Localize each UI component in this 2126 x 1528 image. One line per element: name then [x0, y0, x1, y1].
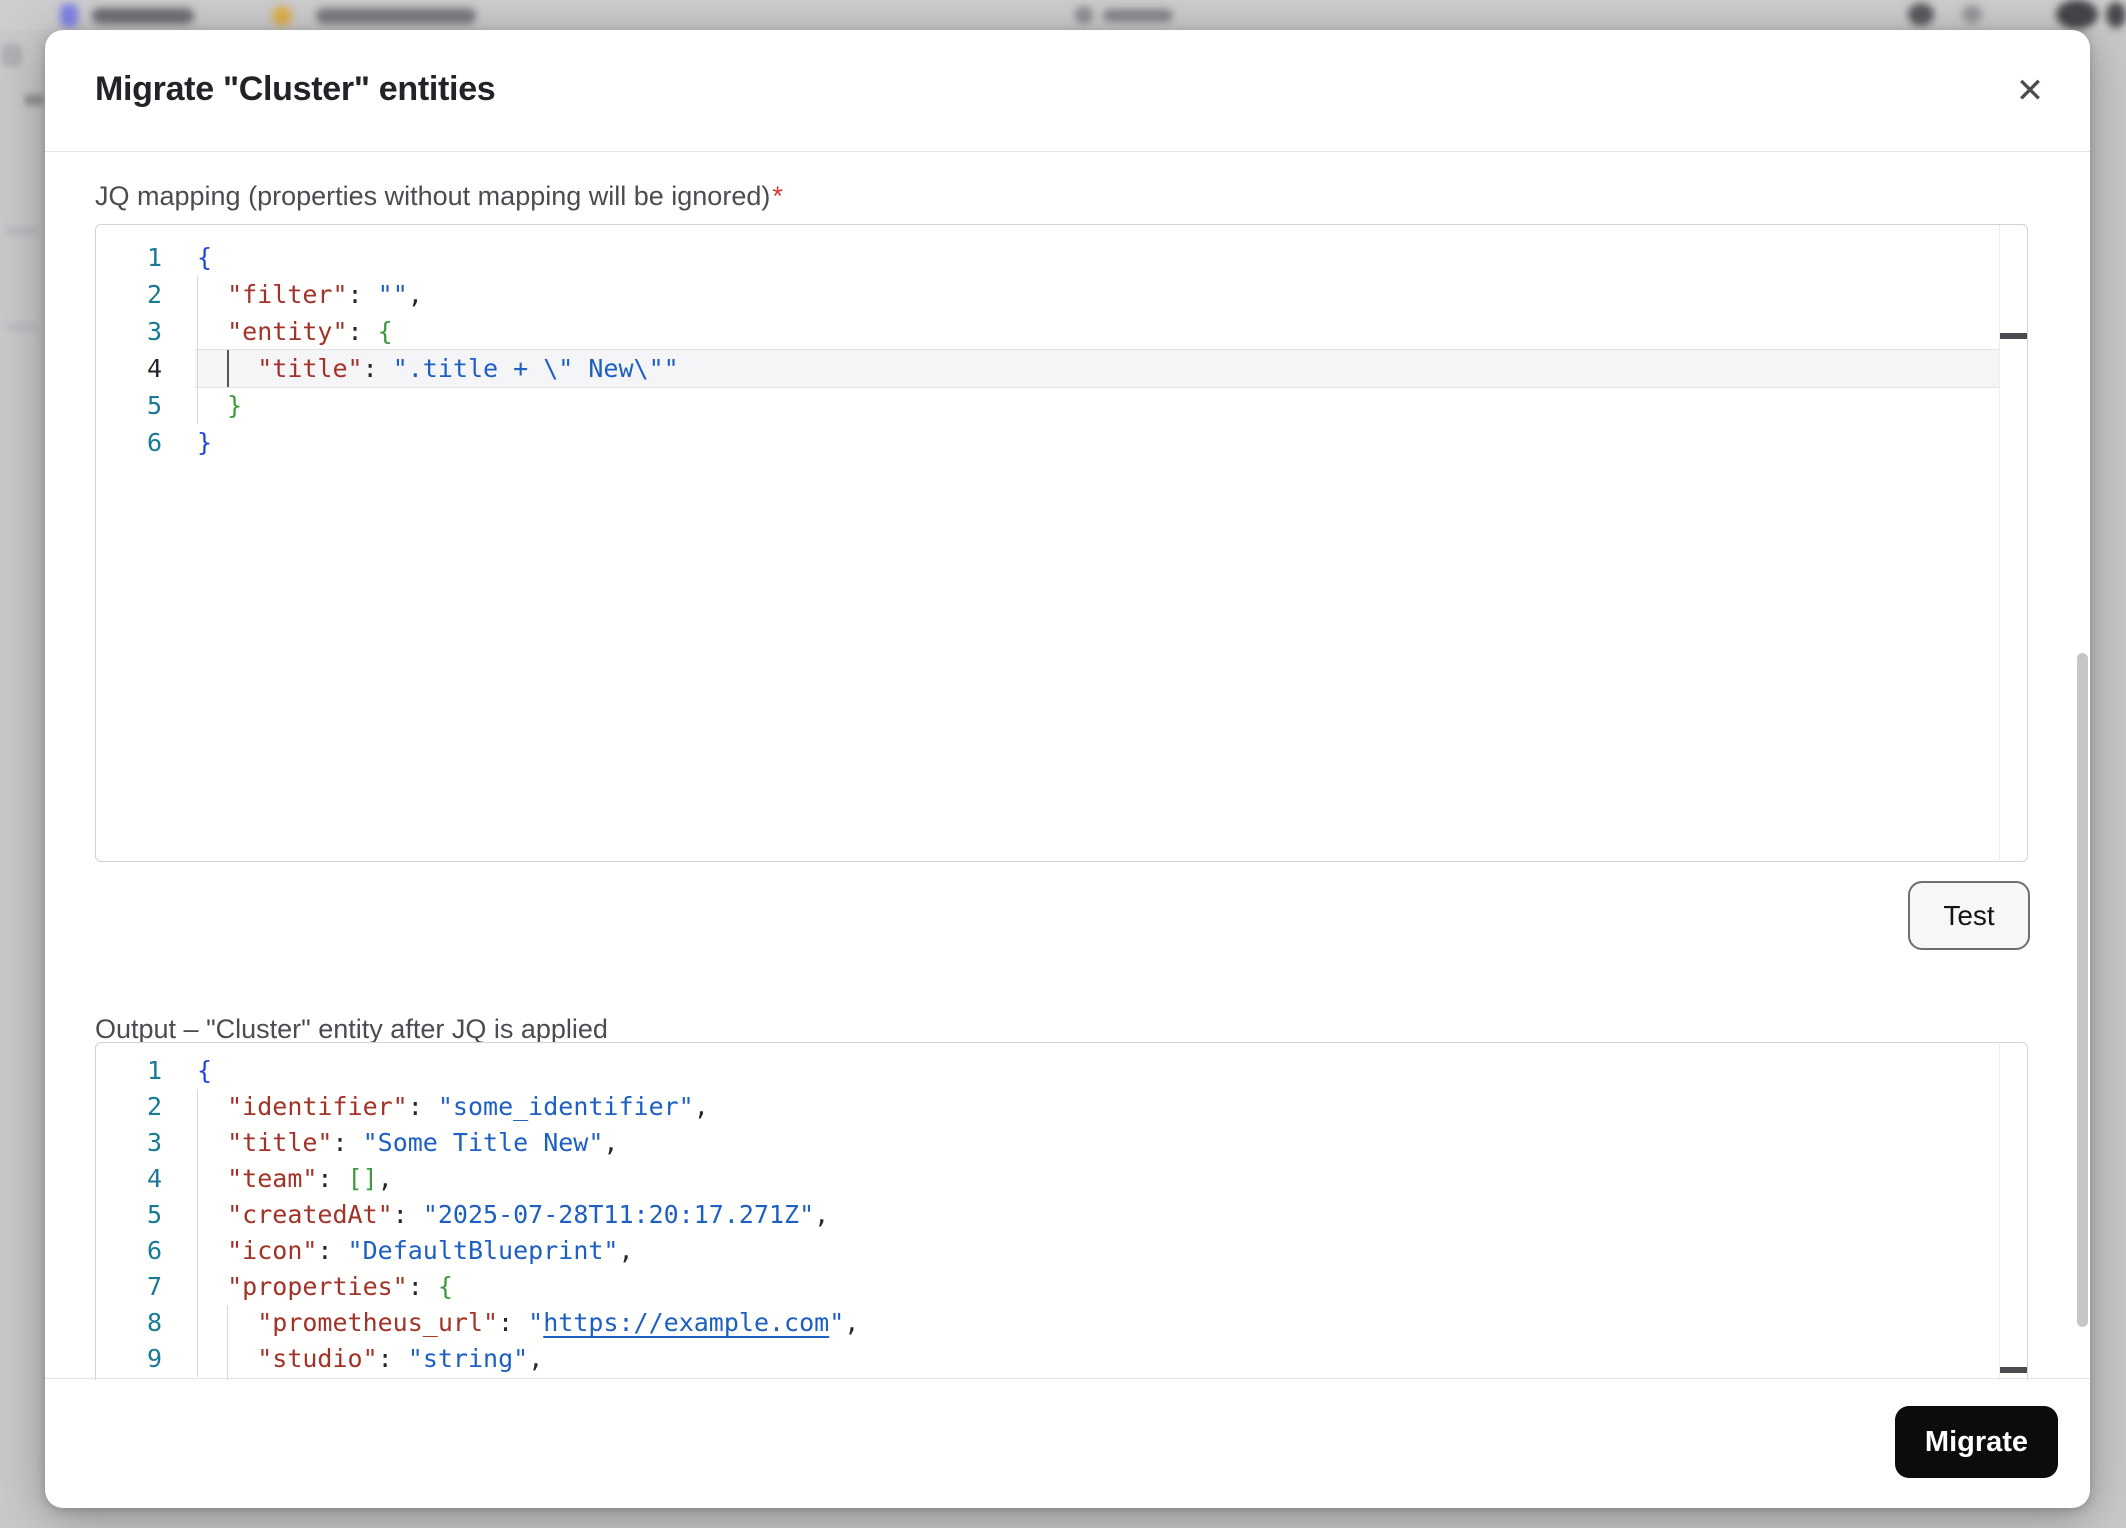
- blurred-tab-label-2: [316, 8, 476, 24]
- line-number: 3: [96, 313, 162, 350]
- blurred-toolbar-icon-2: [1962, 5, 1982, 24]
- line-number: 2: [96, 1089, 162, 1125]
- line-number: 8: [96, 1305, 162, 1341]
- code-text: "title": ".title + \" New\"": [162, 350, 679, 387]
- cursor-position-marker: [2000, 333, 2027, 339]
- code-line[interactable]: 5 }: [96, 387, 2027, 424]
- jq-mapping-label: JQ mapping (properties without mapping w…: [95, 181, 783, 212]
- line-number: 2: [96, 276, 162, 313]
- jq-mapping-editor[interactable]: 1{2 "filter": "",3 "entity": {4 "title":…: [95, 224, 2028, 862]
- code-text: "title": "Some Title New",: [162, 1125, 618, 1161]
- blurred-app-icon: [60, 4, 78, 27]
- code-line[interactable]: 1{: [96, 1053, 2027, 1089]
- blurred-avatar: [2056, 0, 2098, 29]
- line-number: 3: [96, 1125, 162, 1161]
- modal-scrollbar-thumb[interactable]: [2077, 653, 2088, 1327]
- code-line[interactable]: 3 "title": "Some Title New",: [96, 1125, 2027, 1161]
- line-number: 4: [96, 1161, 162, 1197]
- code-text: {: [162, 239, 212, 276]
- blurred-sidebar-item: [6, 226, 38, 236]
- output-editor[interactable]: 1{2 "identifier": "some_identifier",3 "t…: [95, 1042, 2028, 1380]
- code-text: {: [162, 1053, 212, 1089]
- blurred-toolbar-icon: [1908, 3, 1934, 26]
- blurred-sidebar-button: [2, 44, 22, 67]
- migrate-button[interactable]: Migrate: [1895, 1406, 2058, 1478]
- code-text: "createdAt": "2025-07-28T11:20:17.271Z",: [162, 1197, 829, 1233]
- blurred-sidebar-item-2: [6, 322, 38, 332]
- code-text: "properties": {: [162, 1269, 453, 1305]
- footer-divider: [45, 1378, 2090, 1379]
- blurred-tab-label: [92, 8, 194, 24]
- line-number: 9: [96, 1341, 162, 1377]
- blurred-dot-icon: [272, 6, 292, 26]
- overview-ruler[interactable]: [1999, 225, 2027, 861]
- modal-title: Migrate "Cluster" entities: [95, 70, 495, 109]
- code-text: "studio": "string",: [162, 1341, 543, 1377]
- cursor-position-marker: [2000, 1367, 2027, 1373]
- header-divider: [45, 151, 2090, 152]
- code-line[interactable]: 8 "prometheus_url": "https://example.com…: [96, 1305, 2027, 1341]
- code-text: "icon": "DefaultBlueprint",: [162, 1233, 634, 1269]
- blurred-search-icon: [1075, 6, 1093, 24]
- migrate-entities-modal: Migrate "Cluster" entities ✕ JQ mapping …: [45, 30, 2090, 1508]
- code-line[interactable]: 4 "title": ".title + \" New\"": [96, 350, 2027, 387]
- overview-ruler[interactable]: [1999, 1043, 2027, 1380]
- blurred-sidebar-mark: [24, 94, 44, 106]
- jq-editor-lines: 1{2 "filter": "",3 "entity": {4 "title":…: [96, 225, 2027, 461]
- output-label: Output – "Cluster" entity after JQ is ap…: [95, 1014, 608, 1045]
- code-line[interactable]: 2 "identifier": "some_identifier",: [96, 1089, 2027, 1125]
- code-line[interactable]: 4 "team": [],: [96, 1161, 2027, 1197]
- test-button[interactable]: Test: [1908, 881, 2030, 950]
- code-line[interactable]: 9 "studio": "string",: [96, 1341, 2027, 1377]
- line-number: 1: [96, 239, 162, 276]
- code-text: "identifier": "some_identifier",: [162, 1089, 709, 1125]
- line-number: 6: [96, 424, 162, 461]
- required-asterisk: *: [772, 181, 783, 211]
- code-text: "filter": "",: [162, 276, 423, 313]
- close-icon[interactable]: ✕: [2003, 64, 2057, 118]
- output-editor-lines: 1{2 "identifier": "some_identifier",3 "t…: [96, 1043, 2027, 1377]
- line-number: 4: [96, 350, 162, 387]
- code-line[interactable]: 6 "icon": "DefaultBlueprint",: [96, 1233, 2027, 1269]
- line-number: 6: [96, 1233, 162, 1269]
- indent-guide-level-2: [227, 1305, 228, 1380]
- text-cursor: [227, 350, 229, 387]
- code-line[interactable]: 1{: [96, 239, 2027, 276]
- blurred-corner-icon: [2106, 2, 2126, 28]
- jq-mapping-label-text: JQ mapping (properties without mapping w…: [95, 181, 770, 211]
- line-number: 5: [96, 387, 162, 424]
- indent-guide: [197, 276, 198, 424]
- code-text: }: [162, 424, 212, 461]
- line-number: 5: [96, 1197, 162, 1233]
- code-text: }: [162, 387, 242, 424]
- code-line[interactable]: 5 "createdAt": "2025-07-28T11:20:17.271Z…: [96, 1197, 2027, 1233]
- line-number: 1: [96, 1053, 162, 1089]
- code-line[interactable]: 3 "entity": {: [96, 313, 2027, 350]
- code-text: "prometheus_url": "https://example.com",: [162, 1305, 859, 1341]
- code-line[interactable]: 2 "filter": "",: [96, 276, 2027, 313]
- code-line[interactable]: 6}: [96, 424, 2027, 461]
- line-number: 7: [96, 1269, 162, 1305]
- blurred-search-label: [1103, 9, 1173, 22]
- indent-guide: [197, 1089, 198, 1377]
- background-topbar: [0, 0, 2126, 30]
- code-line[interactable]: 7 "properties": {: [96, 1269, 2027, 1305]
